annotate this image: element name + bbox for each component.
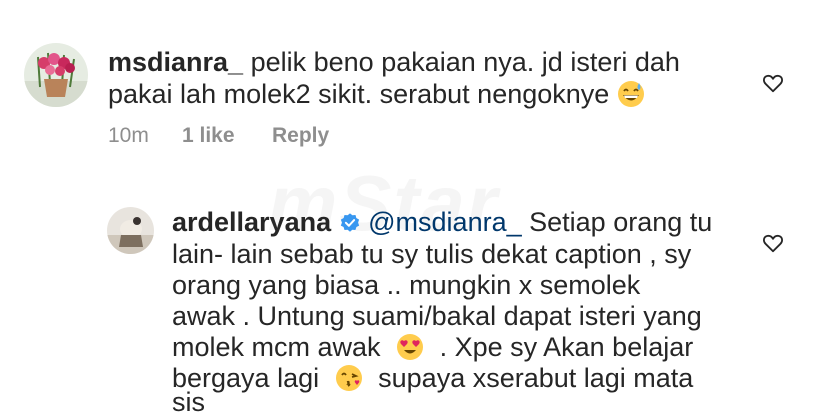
- reply-line-2: lain- lain sebab tu sy tulis dekat capti…: [172, 239, 692, 269]
- comment-line-2: pakai lah molek2 sikit. serabut nengokny…: [108, 79, 645, 110]
- reply-like-button[interactable]: [762, 232, 784, 254]
- comment-likes-count[interactable]: 1 like: [182, 124, 235, 148]
- heart-eyes-emoji-icon: [397, 334, 424, 360]
- reply-text: supaya xserabut lagi mata: [378, 363, 694, 393]
- comment-reply-button[interactable]: Reply: [272, 124, 329, 148]
- commenter-avatar[interactable]: [24, 43, 88, 107]
- comment-text-line: pelik beno pakaian nya. jd isteri dah: [250, 47, 680, 77]
- comment-timestamp: 10m: [108, 124, 149, 147]
- reply-line-1: ardellaryana @msdianra_ Setiap orang tu: [172, 207, 712, 238]
- comment-text-line: pakai lah molek2 sikit. serabut nengokny…: [108, 79, 610, 109]
- grinning-sweat-emoji-icon: [617, 81, 644, 107]
- reply-line-5: molek mcm awak . Xpe sy Akan belajar: [172, 332, 693, 363]
- reply-text: Setiap orang tu: [529, 207, 713, 237]
- heart-outline-icon: [763, 234, 783, 253]
- reply-avatar[interactable]: [107, 207, 154, 254]
- kissing-heart-emoji-icon: [335, 365, 362, 391]
- reply-line-4: awak . Untung suami/bakal dapat isteri y…: [172, 301, 702, 331]
- user-photo-avatar-icon: [107, 207, 154, 254]
- verified-badge-icon: [340, 213, 359, 232]
- heart-outline-icon: [763, 74, 783, 93]
- reply-text: molek mcm awak: [172, 332, 381, 362]
- reply-line-3: orang yang biasa .. mungkin x semolek: [172, 270, 641, 300]
- reply-line-6: bergaya lagi supaya xserabut lagi mata: [172, 363, 693, 394]
- reply-text: . Xpe sy Akan belajar: [439, 332, 694, 362]
- reply-username[interactable]: ardellaryana: [172, 207, 331, 237]
- reply-mention-link[interactable]: @msdianra_: [368, 207, 521, 237]
- comment-like-button[interactable]: [762, 72, 784, 94]
- comment-username[interactable]: msdianra_: [108, 47, 243, 77]
- comment-line-1: msdianra_ pelik beno pakaian nya. jd ist…: [108, 47, 680, 78]
- reply-line-7: sis: [172, 387, 205, 417]
- flower-pot-avatar-icon: [24, 43, 88, 107]
